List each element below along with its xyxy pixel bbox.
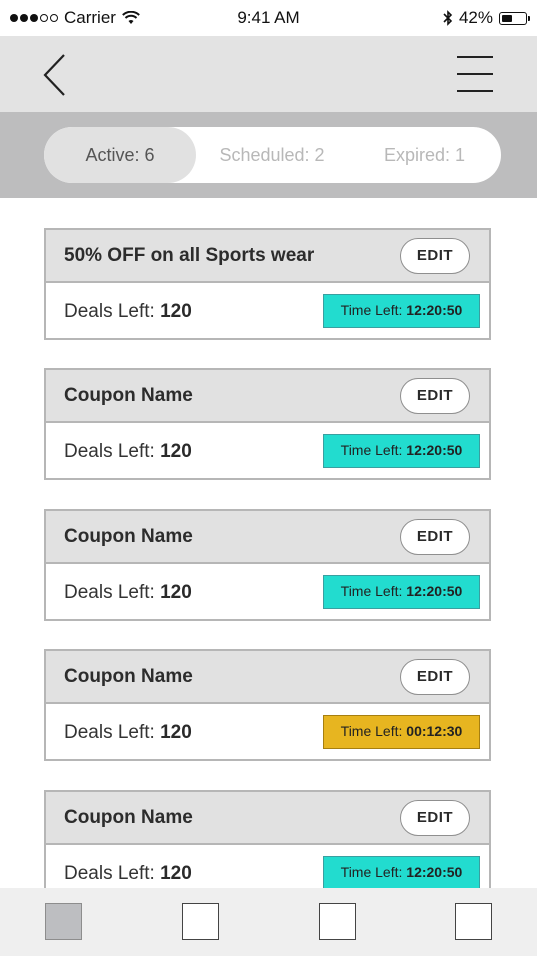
- status-right: 42%: [443, 8, 530, 28]
- coupon-title: Coupon Name: [64, 526, 193, 547]
- time-left-badge: Time Left: 12:20:50: [323, 856, 480, 888]
- coupon-card-header: Coupon Name EDIT: [46, 511, 489, 564]
- segmented-control: Active: 6 Scheduled: 2 Expired: 1: [44, 127, 501, 183]
- coupon-card[interactable]: Coupon Name EDIT Deals Left: 120 Time Le…: [44, 649, 491, 761]
- coupon-card-body: Deals Left: 120 Time Left: 00:12:30: [46, 704, 489, 761]
- tab-bar: [0, 888, 537, 956]
- coupon-card-body: Deals Left: 120 Time Left: 12:20:50: [46, 283, 489, 340]
- time-left-badge: Time Left: 00:12:30: [323, 715, 480, 749]
- deals-left: Deals Left: 120: [64, 301, 192, 322]
- time-left-value: 12:20:50: [406, 442, 463, 458]
- deals-left: Deals Left: 120: [64, 582, 192, 603]
- bluetooth-icon: [443, 10, 453, 26]
- coupon-card[interactable]: Coupon Name EDIT Deals Left: 120 Time Le…: [44, 790, 491, 888]
- time-left-badge: Time Left: 12:20:50: [323, 434, 480, 468]
- tab-1[interactable]: [45, 903, 82, 940]
- coupon-card-header: 50% OFF on all Sports wear EDIT: [46, 230, 489, 283]
- coupon-title: Coupon Name: [64, 807, 193, 828]
- coupon-card-body: Deals Left: 120 Time Left: 12:20:50: [46, 564, 489, 621]
- navigation-bar: [0, 36, 537, 112]
- coupon-card[interactable]: Coupon Name EDIT Deals Left: 120 Time Le…: [44, 509, 491, 621]
- edit-button[interactable]: EDIT: [400, 519, 470, 555]
- time-left-value: 12:20:50: [406, 864, 463, 880]
- deals-left: Deals Left: 120: [64, 722, 192, 743]
- deals-left-value: 120: [160, 441, 192, 462]
- time-left-value: 12:20:50: [406, 583, 463, 599]
- coupon-card-body: Deals Left: 120 Time Left: 12:20:50: [46, 423, 489, 480]
- time-left-badge: Time Left: 12:20:50: [323, 294, 480, 328]
- deals-left-value: 120: [160, 722, 192, 743]
- edit-button[interactable]: EDIT: [400, 378, 470, 414]
- chevron-left-icon: [43, 54, 65, 96]
- coupon-title: 50% OFF on all Sports wear: [64, 245, 315, 266]
- back-button[interactable]: [36, 50, 76, 100]
- coupon-card-header: Coupon Name EDIT: [46, 792, 489, 845]
- coupon-card-body: Deals Left: 120 Time Left: 12:20:50: [46, 845, 489, 888]
- coupon-card-header: Coupon Name EDIT: [46, 370, 489, 423]
- deals-left-value: 120: [160, 301, 192, 322]
- coupon-title: Coupon Name: [64, 385, 193, 406]
- coupon-card[interactable]: Coupon Name EDIT Deals Left: 120 Time Le…: [44, 368, 491, 480]
- edit-button[interactable]: EDIT: [400, 238, 470, 274]
- battery-percent: 42%: [458, 8, 493, 27]
- segment-scheduled[interactable]: Scheduled: 2: [196, 127, 348, 183]
- coupon-list: 50% OFF on all Sports wear EDIT Deals Le…: [0, 198, 537, 888]
- time-left-value: 00:12:30: [406, 723, 463, 739]
- coupon-card-header: Coupon Name EDIT: [46, 651, 489, 704]
- coupon-card[interactable]: 50% OFF on all Sports wear EDIT Deals Le…: [44, 228, 491, 340]
- tab-3[interactable]: [319, 903, 356, 940]
- tab-4[interactable]: [455, 903, 492, 940]
- time-left-value: 12:20:50: [406, 302, 463, 318]
- menu-button[interactable]: [455, 56, 495, 94]
- edit-button[interactable]: EDIT: [400, 800, 470, 836]
- deals-left: Deals Left: 120: [64, 441, 192, 462]
- deals-left: Deals Left: 120: [64, 863, 192, 884]
- deals-left-value: 120: [160, 582, 192, 603]
- tab-2[interactable]: [182, 903, 219, 940]
- hamburger-menu-icon: [457, 56, 493, 58]
- coupon-title: Coupon Name: [64, 666, 193, 687]
- segment-expired[interactable]: Expired: 1: [348, 127, 501, 183]
- time-left-badge: Time Left: 12:20:50: [323, 575, 480, 609]
- status-bar: Carrier 9:41 AM 42%: [0, 0, 537, 36]
- deals-left-value: 120: [160, 863, 192, 884]
- segment-active[interactable]: Active: 6: [44, 127, 196, 183]
- battery-icon: [499, 11, 530, 25]
- filter-bar: Active: 6 Scheduled: 2 Expired: 1: [0, 112, 537, 198]
- edit-button[interactable]: EDIT: [400, 659, 470, 695]
